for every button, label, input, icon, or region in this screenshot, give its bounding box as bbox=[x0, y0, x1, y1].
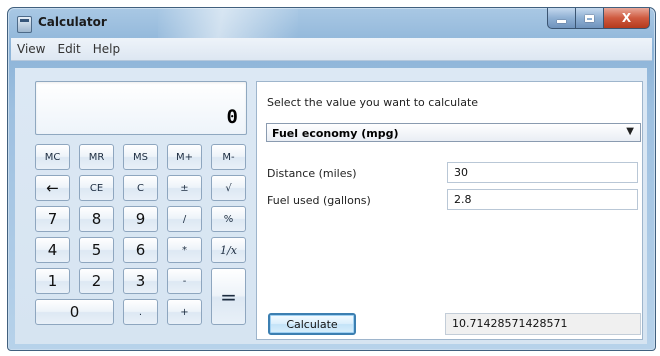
menu-view[interactable]: View bbox=[11, 42, 51, 56]
display-value: 0 bbox=[226, 106, 238, 128]
key-add[interactable]: + bbox=[167, 299, 202, 325]
calculator-icon bbox=[17, 16, 32, 33]
key-ce[interactable]: CE bbox=[79, 175, 114, 201]
maximize-icon bbox=[585, 14, 594, 22]
fuel-used-label: Fuel used (gallons) bbox=[267, 194, 371, 207]
key-subtract[interactable]: - bbox=[167, 268, 202, 294]
select-prompt: Select the value you want to calculate bbox=[267, 96, 479, 109]
key-equals[interactable]: = bbox=[211, 268, 246, 325]
key-1[interactable]: 1 bbox=[35, 268, 70, 294]
display: 0 bbox=[35, 81, 247, 135]
key-9[interactable]: 9 bbox=[123, 206, 158, 232]
key-plus-minus[interactable]: ± bbox=[167, 175, 202, 201]
key-4[interactable]: 4 bbox=[35, 237, 70, 263]
key-6[interactable]: 6 bbox=[123, 237, 158, 263]
window-title: Calculator bbox=[38, 15, 107, 29]
calculation-type-value: Fuel economy (mpg) bbox=[272, 127, 399, 140]
key-ms[interactable]: MS bbox=[123, 144, 158, 170]
key-backspace[interactable]: ← bbox=[35, 175, 70, 201]
key-0[interactable]: 0 bbox=[35, 299, 114, 325]
calculator-window: Calculator X View Edit Help 0 MC MR MS M… bbox=[7, 7, 656, 351]
key-7[interactable]: 7 bbox=[35, 206, 70, 232]
key-sqrt[interactable]: √ bbox=[211, 175, 246, 201]
key-c[interactable]: C bbox=[123, 175, 158, 201]
menu-help[interactable]: Help bbox=[87, 42, 126, 56]
maximize-button[interactable] bbox=[575, 8, 604, 29]
key-divide[interactable]: / bbox=[167, 206, 202, 232]
key-2[interactable]: 2 bbox=[79, 268, 114, 294]
key-reciprocal[interactable]: 1/x bbox=[211, 237, 246, 263]
key-3[interactable]: 3 bbox=[123, 268, 158, 294]
minimize-icon bbox=[557, 20, 566, 23]
key-8[interactable]: 8 bbox=[79, 206, 114, 232]
menu-edit[interactable]: Edit bbox=[51, 42, 86, 56]
fuel-used-field[interactable] bbox=[447, 189, 638, 210]
title-bar[interactable]: Calculator X bbox=[8, 8, 655, 38]
calculation-type-select[interactable]: Fuel economy (mpg) ▼ bbox=[266, 123, 641, 142]
calculator-body: 0 MC MR MS M+ M- ← CE C ± √ 7 8 9 / % 4 … bbox=[15, 68, 647, 344]
key-m-plus[interactable]: M+ bbox=[167, 144, 202, 170]
key-mr[interactable]: MR bbox=[79, 144, 114, 170]
distance-field[interactable] bbox=[447, 162, 638, 183]
menu-bar: View Edit Help bbox=[11, 38, 652, 61]
minimize-button[interactable] bbox=[547, 8, 576, 29]
caption-buttons: X bbox=[547, 8, 650, 29]
key-5[interactable]: 5 bbox=[79, 237, 114, 263]
close-icon: X bbox=[621, 11, 632, 25]
close-button[interactable]: X bbox=[603, 8, 650, 29]
key-multiply[interactable]: * bbox=[167, 237, 202, 263]
key-m-minus[interactable]: M- bbox=[211, 144, 246, 170]
key-mc[interactable]: MC bbox=[35, 144, 70, 170]
calculate-button[interactable]: Calculate bbox=[268, 313, 356, 335]
key-decimal[interactable]: . bbox=[123, 299, 158, 325]
key-percent[interactable]: % bbox=[211, 206, 246, 232]
dropdown-arrow-icon[interactable]: ▼ bbox=[626, 126, 634, 137]
result-field: 10.71428571428571 bbox=[445, 313, 641, 335]
fuel-economy-panel: Select the value you want to calculate F… bbox=[256, 81, 643, 340]
distance-label: Distance (miles) bbox=[267, 167, 357, 180]
